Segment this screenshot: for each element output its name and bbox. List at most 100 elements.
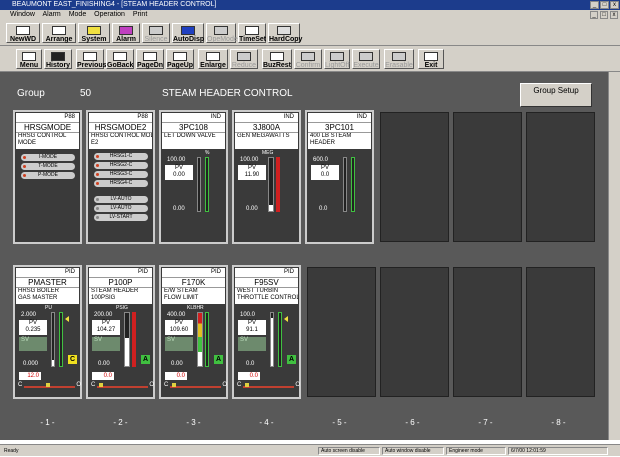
child-restore-button[interactable]: □ — [600, 11, 608, 19]
scale-high: 100.00 — [240, 157, 259, 163]
menu-window[interactable]: Window — [10, 11, 35, 18]
buzzer-icon — [270, 52, 284, 61]
minimize-button[interactable]: _ — [590, 1, 599, 9]
lightoff-icon — [330, 52, 344, 61]
erasable-button[interactable]: Erasable — [384, 49, 414, 69]
alarm-button[interactable]: Alarm — [112, 23, 140, 43]
pageup-button[interactable]: PageUp — [166, 49, 194, 69]
mode-switch[interactable]: P-MODE — [21, 172, 75, 179]
eng-unit: % — [205, 150, 210, 156]
faceplate-description: STEAM HEADER 100PSIG — [89, 287, 152, 304]
output-slider[interactable]: CO — [237, 382, 300, 392]
hardcopy-button[interactable]: HardCopy — [268, 23, 302, 43]
mode-switch[interactable]: LV-AUTO — [94, 196, 148, 203]
mode-indicator[interactable]: A — [141, 355, 150, 364]
child-close-button[interactable]: x — [610, 11, 618, 19]
faceplate-p100p[interactable]: PID P100P STEAM HEADER 100PSIG PSIG 200.0… — [86, 265, 155, 399]
eng-unit: PSIG — [116, 305, 128, 311]
mode-indicator[interactable]: C — [68, 355, 77, 364]
empty-slot — [453, 267, 522, 397]
faceplate-type: IND — [308, 113, 371, 122]
menu-button[interactable]: Menu — [16, 49, 42, 69]
sv-display[interactable]: SV — [19, 337, 47, 351]
faceplate-tag-name: F95SV — [235, 277, 298, 287]
faceplate-tag-name: 3J800A — [235, 122, 298, 132]
faceplate-f95sv[interactable]: PID F95SV WEST TURBIN THROTTLE CONTROL 10… — [232, 265, 301, 399]
silence-button[interactable]: Silence — [142, 23, 170, 43]
history-button[interactable]: History — [44, 49, 72, 69]
output-slider[interactable]: CO — [91, 382, 154, 392]
sv-display[interactable]: SV — [165, 337, 193, 351]
confirm-button[interactable]: Confirm — [294, 49, 322, 69]
mode-switch[interactable]: T-MODE — [21, 163, 75, 170]
output-value[interactable]: 0.0 — [92, 372, 114, 380]
output-slider[interactable]: CO — [18, 382, 81, 392]
goback-button[interactable]: GoBack — [106, 49, 134, 69]
range-bar — [278, 312, 282, 367]
eng-unit: KLBHR — [187, 305, 204, 311]
faceplate-tag-name: HRSGMODE — [16, 122, 79, 132]
faceplate-hrsgmode[interactable]: P88 HRSGMODE HRSG CONTROL MODE I-MODE T-M… — [13, 110, 82, 244]
system-button[interactable]: System — [78, 23, 110, 43]
sv-display[interactable]: SV — [92, 337, 120, 351]
group-label: Group — [17, 88, 45, 99]
exit-icon — [424, 52, 438, 61]
mode-switch[interactable]: HRSG3-C — [94, 171, 148, 178]
opemode-button[interactable]: OpeMode — [206, 23, 238, 43]
scale-high: 100.0 — [240, 312, 256, 318]
pageup-icon — [173, 52, 187, 61]
menu-alarm[interactable]: Alarm — [42, 11, 60, 18]
newwd-button[interactable]: NewWD — [6, 23, 40, 43]
empty-slot — [380, 112, 449, 242]
output-value[interactable]: 12.0 — [19, 372, 41, 380]
menu-print[interactable]: Print — [133, 11, 147, 18]
enlarge-button[interactable]: Enlarge — [198, 49, 228, 69]
faceplate-type: P88 — [16, 113, 79, 122]
arrange-button[interactable]: Arrange — [42, 23, 76, 43]
buzrest-button[interactable]: BuzRest — [262, 49, 292, 69]
faceplate-3pc108[interactable]: IND 3PC108 LET DOWN VALVE % 100.00 PV 0.0… — [159, 110, 228, 244]
close-button[interactable]: x — [610, 1, 619, 9]
mode-switch[interactable]: I-MODE — [21, 154, 75, 161]
mode-switch[interactable]: LV-START — [94, 214, 148, 221]
mode-switch[interactable]: LV-AUTO — [94, 205, 148, 212]
mode-indicator[interactable]: A — [287, 355, 296, 364]
output-slider[interactable]: CO — [164, 382, 227, 392]
status-datetime: 6/7/00 12:01:59 — [508, 447, 608, 455]
empty-slot — [526, 112, 595, 242]
mode-switch[interactable]: HRSG1-C — [94, 153, 148, 160]
menu-operation[interactable]: Operation — [94, 11, 125, 18]
mode-switch[interactable]: HRSG2-C — [94, 162, 148, 169]
scale-high: 400.00 — [167, 312, 186, 318]
autodisp-button[interactable]: AutoDisp — [172, 23, 204, 43]
lightoff-button[interactable]: LightOff — [324, 49, 350, 69]
printer-icon — [277, 26, 291, 35]
reduce-button[interactable]: Reduce — [230, 49, 258, 69]
system-icon — [87, 26, 101, 35]
faceplate-f170k[interactable]: PID F170K E/W STEAM FLOW LIMIT KLBHR 400.… — [159, 265, 228, 399]
faceplate-3j800a[interactable]: IND 3J800A GEN MEGAWATTS MEG 100.00 PV 11… — [232, 110, 301, 244]
vertical-scrollbar[interactable] — [608, 72, 620, 440]
previous-button[interactable]: Previous — [76, 49, 107, 69]
output-value[interactable]: 0.0 — [238, 372, 260, 380]
exit-button[interactable]: Exit — [418, 49, 444, 69]
faceplate-pmaster[interactable]: PID PMASTER HRSG BOILER GAS MASTER PU 2.0… — [13, 265, 82, 399]
mode-switch[interactable]: HRSG4-C — [94, 180, 148, 187]
pv-display: PV 11.90 — [238, 165, 266, 180]
maximize-button[interactable]: □ — [600, 1, 609, 9]
execute-button[interactable]: Execute — [352, 49, 380, 69]
timeset-button[interactable]: TimeSet — [238, 23, 266, 43]
mode-indicator[interactable]: A — [214, 355, 223, 364]
faceplate-3pc101[interactable]: IND 3PC101 400 LB STEAM HEADER 600.0 PV 0.… — [305, 110, 374, 244]
faceplate-hrsgmode2[interactable]: P88 HRSGMODE2 HRSG CONTROL MOD E2 HRSG1-C… — [86, 110, 155, 244]
pv-display: PV 109.60 — [165, 320, 193, 335]
pagedn-button[interactable]: PageDn — [136, 49, 164, 69]
sv-display[interactable]: SV — [238, 337, 266, 351]
group-setup-button[interactable]: Group Setup — [520, 83, 592, 107]
column-label: - 2 - — [113, 418, 128, 427]
faceplate-tag-name: HRSGMODE2 — [89, 122, 152, 132]
output-value[interactable]: 0.0 — [165, 372, 187, 380]
menu-mode[interactable]: Mode — [69, 11, 87, 18]
reduce-icon — [237, 52, 251, 61]
child-minimize-button[interactable]: _ — [590, 11, 598, 19]
